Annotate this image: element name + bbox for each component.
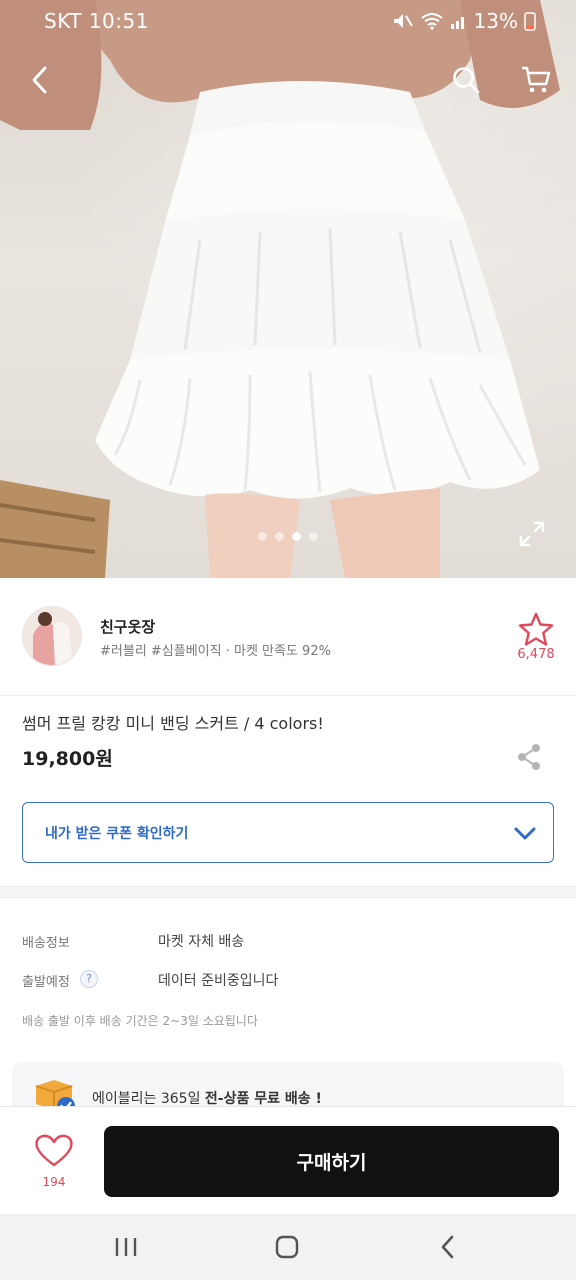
shop-tags: #러블리 #심플베이직 · 마켓 만족도 92% bbox=[100, 644, 331, 659]
back-icon bbox=[32, 66, 47, 94]
share-icon bbox=[518, 744, 540, 770]
product-price: 19,800원 bbox=[22, 748, 113, 770]
favorite-shop-button[interactable] bbox=[516, 610, 556, 650]
status-indicators: 13% bbox=[392, 9, 536, 33]
shop-avatar[interactable] bbox=[22, 606, 82, 666]
star-icon bbox=[518, 612, 554, 646]
status-bar: SKT 10:51 13% bbox=[0, 0, 576, 44]
like-count: 194 bbox=[42, 1175, 66, 1189]
product-photo bbox=[0, 0, 560, 578]
battery-icon bbox=[524, 12, 536, 31]
departure-label: 출발예정 bbox=[22, 975, 70, 990]
like-button[interactable] bbox=[32, 1131, 76, 1171]
mute-icon bbox=[393, 14, 413, 28]
purchase-bar: 194 구매하기 bbox=[0, 1106, 576, 1214]
search-button[interactable] bbox=[444, 58, 488, 102]
chevron-down-icon bbox=[514, 827, 536, 840]
carousel-dot-active bbox=[292, 532, 301, 541]
share-button[interactable] bbox=[512, 740, 546, 774]
carousel-dot bbox=[275, 532, 284, 541]
search-icon bbox=[453, 67, 480, 94]
coupon-chevron bbox=[511, 819, 539, 847]
recent-apps-button[interactable] bbox=[106, 1232, 146, 1262]
delivery-info-value: 마켓 자체 배송 bbox=[158, 934, 245, 950]
departure-value: 데이터 준비중입니다 bbox=[158, 973, 279, 989]
shop-avatar-image bbox=[23, 607, 81, 665]
signal-icon bbox=[450, 17, 464, 29]
free-shipping-prefix: 에이블리는 365일 bbox=[92, 1091, 205, 1107]
wifi-icon bbox=[420, 13, 443, 30]
favorite-count: 6,478 bbox=[517, 647, 555, 662]
back-button[interactable] bbox=[18, 58, 62, 102]
shop-info[interactable]: 친구옷장 #러블리 #심플베이직 · 마켓 만족도 92% bbox=[0, 578, 576, 696]
status-carrier-time: SKT 10:51 bbox=[44, 9, 149, 33]
home-button[interactable] bbox=[267, 1232, 307, 1262]
product-image-carousel[interactable]: SKT 10:51 13% bbox=[0, 0, 576, 578]
carousel-dot bbox=[258, 532, 267, 541]
carousel-indicator bbox=[258, 532, 318, 541]
system-back-button[interactable] bbox=[428, 1232, 468, 1262]
home-icon bbox=[275, 1235, 299, 1259]
carousel-dot bbox=[309, 532, 318, 541]
buy-button[interactable]: 구매하기 bbox=[104, 1126, 559, 1197]
chevron-left-icon bbox=[441, 1235, 454, 1259]
heart-icon bbox=[35, 1134, 73, 1167]
section-divider bbox=[0, 886, 576, 898]
coupon-label: 내가 받은 쿠폰 확인하기 bbox=[45, 826, 189, 842]
battery-percent: 13% bbox=[473, 9, 518, 33]
departure-help-button[interactable]: ? bbox=[80, 970, 98, 988]
coupon-check-button[interactable]: 내가 받은 쿠폰 확인하기 bbox=[22, 802, 554, 863]
product-title: 썸머 프릴 캉캉 미니 밴딩 스커트 / 4 colors! bbox=[22, 714, 324, 733]
delivery-info-label: 배송정보 bbox=[22, 936, 70, 951]
expand-icon bbox=[519, 521, 545, 547]
recent-apps-icon bbox=[115, 1238, 137, 1256]
system-navigation-bar bbox=[0, 1214, 576, 1280]
cart-button[interactable] bbox=[514, 58, 558, 102]
expand-image-button[interactable] bbox=[516, 518, 548, 550]
free-shipping-text: 에이블리는 365일 전-상품 무료 배송 ! bbox=[92, 1088, 322, 1108]
delivery-note: 배송 출발 이후 배송 기간은 2~3일 소요됩니다 bbox=[22, 1014, 258, 1028]
shop-name[interactable]: 친구옷장 bbox=[100, 616, 155, 637]
free-shipping-highlight: 전-상품 무료 배송 ! bbox=[204, 1091, 322, 1107]
cart-icon bbox=[522, 66, 551, 93]
